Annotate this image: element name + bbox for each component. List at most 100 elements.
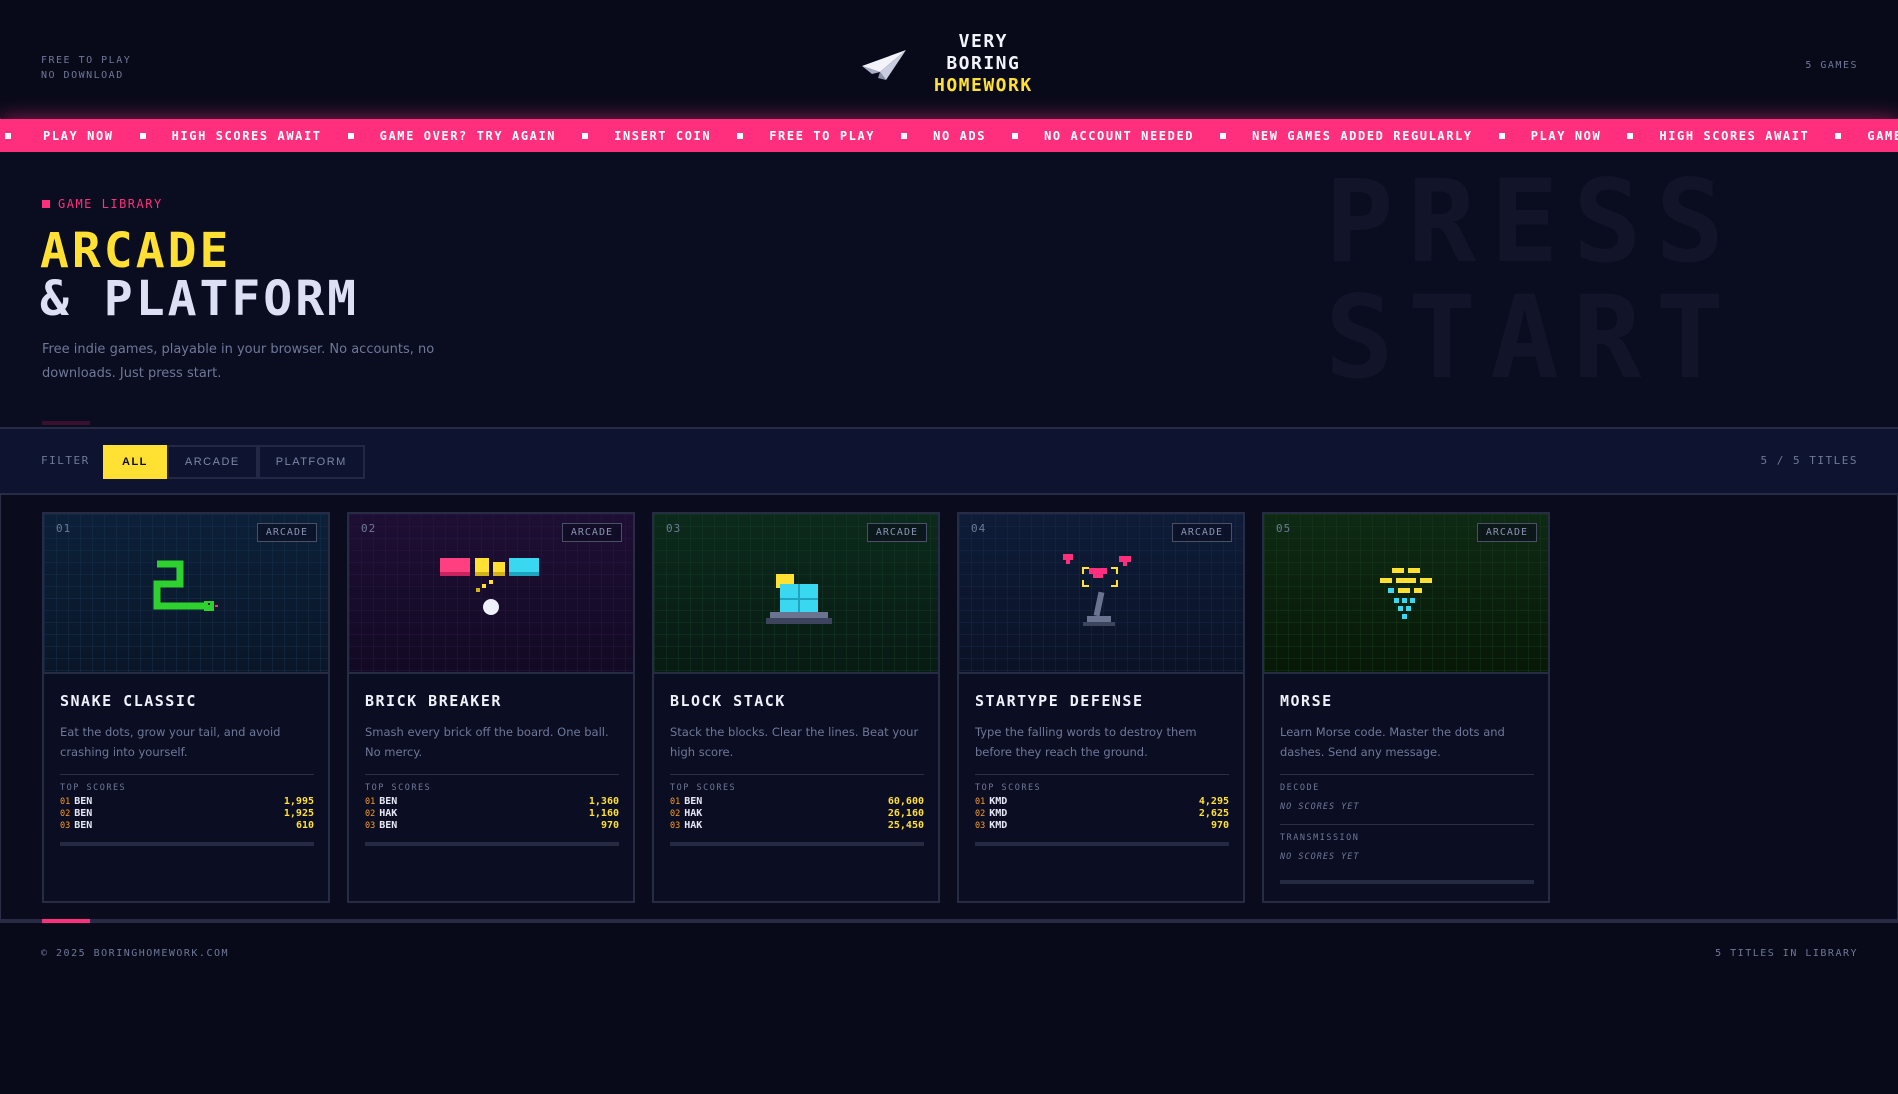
score-rank: 02 [60, 809, 71, 819]
ticker-item: PLAY NOW [1530, 128, 1602, 143]
card-body: STARTYPE DEFENSE Type the falling words … [975, 692, 1229, 846]
score-row: 01 BEN 60,600 [670, 796, 924, 808]
ticker-separator-icon [347, 132, 354, 139]
score-name: BEN [684, 796, 703, 807]
site-footer: © 2025 BORINGHOMEWORK.COM 5 TITLES IN LI… [0, 919, 1898, 1094]
empty-scores-transmission: NO SCORES YET [1280, 852, 1360, 862]
library-count: 5 TITLES IN LIBRARY [1715, 948, 1858, 959]
score-rank: 01 [60, 797, 71, 807]
hero-description: Free indie games, playable in your brows… [42, 342, 435, 381]
score-rank: 01 [975, 797, 986, 807]
game-grid: 01 ARCADE SNAKE CLASSIC Eat the dots, gr… [42, 512, 1550, 903]
marquee-ticker: PLAY NOW HIGH SCORES AWAIT GAME OVER? TRY … [0, 119, 1898, 152]
score-name: BEN [379, 796, 398, 807]
title-line-arcade: ARCADE [40, 223, 232, 279]
score-value: 970 [1210, 820, 1229, 831]
score-value: 4,295 [1198, 796, 1229, 807]
card-number: 05 [1276, 522, 1292, 535]
filter-all-button[interactable]: ALL [103, 445, 167, 479]
card-number: 04 [971, 522, 987, 535]
category-badge: ARCADE [1476, 523, 1537, 542]
tagline-download: NO DOWNLOAD [41, 70, 124, 81]
game-card-startype-defense[interactable]: 04 ARCADE STARTYPE DEFENSE Type the fall… [957, 512, 1245, 903]
score-row: 02 HAK 1,160 [365, 808, 619, 820]
score-value: 2,625 [1198, 808, 1229, 819]
footer-accent-bar [42, 919, 90, 923]
divider [60, 774, 314, 775]
ticker-separator-icon [5, 132, 11, 139]
card-footer-bar [60, 842, 314, 846]
top-scores-label: TOP SCORES [365, 783, 432, 793]
titles-count: 5 / 5 TITLES [1760, 454, 1858, 467]
ticker-separator-icon [737, 132, 744, 139]
card-body: SNAKE CLASSIC Eat the dots, grow your ta… [60, 692, 314, 846]
game-card-block-stack[interactable]: 03 ARCADE BLOCK STACK Stack the blocks. … [652, 512, 940, 903]
card-art: 05 ARCADE [1264, 514, 1548, 674]
score-row: 03 BEN 610 [60, 820, 314, 832]
card-number: 01 [56, 522, 72, 535]
game-title: BLOCK STACK [670, 692, 786, 710]
ticker-item: NO ACCOUNT NEEDED [1044, 128, 1195, 143]
score-name: BEN [74, 796, 93, 807]
filter-arcade-button[interactable]: ARCADE [166, 445, 258, 479]
top-scores-label: TOP SCORES [60, 783, 127, 793]
filter-chips: ALL ARCADE PLATFORM [103, 445, 365, 479]
score-row: 01 BEN 1,995 [60, 796, 314, 808]
score-row: 02 KMD 2,625 [975, 808, 1229, 820]
category-badge: ARCADE [561, 523, 622, 542]
top-scores-label: TOP SCORES [975, 783, 1042, 793]
game-card-snake[interactable]: 01 ARCADE SNAKE CLASSIC Eat the dots, gr… [42, 512, 330, 903]
ticker-separator-icon [1498, 132, 1505, 139]
game-card-morse[interactable]: 05 ARCADE MORSE Learn Morse code. Master… [1262, 512, 1550, 903]
ticker-item: HIGH SCORES AWAIT [171, 128, 322, 143]
score-row: 02 HAK 26,160 [670, 808, 924, 820]
score-name: BEN [74, 820, 93, 831]
score-value: 970 [600, 820, 619, 831]
score-name: HAK [379, 808, 398, 819]
score-value: 26,160 [887, 808, 924, 819]
score-rank: 02 [670, 809, 681, 819]
score-row: 03 HAK 25,450 [670, 820, 924, 832]
ticker-item: HIGH SCORES AWAIT [1659, 128, 1810, 143]
mode-label-decode: DECODE [1280, 783, 1320, 793]
ticker-item: GAME [1867, 128, 1898, 143]
divider [670, 774, 924, 775]
score-rank: 02 [975, 809, 986, 819]
score-name: KMD [989, 808, 1008, 819]
score-list: 01 BEN 60,600 02 HAK 26,160 03 HAK 25,450 [670, 796, 924, 832]
top-scores-label: TOP SCORES [670, 783, 737, 793]
card-body: BLOCK STACK Stack the blocks. Clear the … [670, 692, 924, 846]
square-bullet-icon [42, 200, 50, 208]
logo-word-very: VERY [958, 31, 1009, 52]
game-title: MORSE [1280, 692, 1333, 710]
ticker-separator-icon [901, 132, 908, 139]
tagline-free: FREE TO PLAY [41, 55, 132, 66]
paper-plane-icon [862, 50, 906, 80]
game-title: STARTYPE DEFENSE [975, 692, 1144, 710]
filter-label: FILTER [41, 454, 90, 467]
game-card-brick-breaker[interactable]: 02 ARCADE BRICK BREAKER Smash every bric… [347, 512, 635, 903]
site-logo[interactable]: VERY BORING HOMEWORK [858, 31, 1033, 97]
score-rank: 01 [670, 797, 681, 807]
copyright-link[interactable]: © 2025 BORINGHOMEWORK.COM [41, 948, 229, 959]
card-art: 04 ARCADE [959, 514, 1243, 674]
score-row: 03 KMD 970 [975, 820, 1229, 832]
score-list: 01 KMD 4,295 02 KMD 2,625 03 KMD 970 [975, 796, 1229, 832]
card-number: 02 [361, 522, 377, 535]
hero-accent-bar [42, 421, 90, 425]
logo-word-homework: HOMEWORK [934, 75, 1033, 96]
games-count: 5 GAMES [1805, 60, 1858, 71]
empty-scores-decode: NO SCORES YET [1280, 802, 1360, 812]
ticker-item: NEW GAMES ADDED REGULARLY [1252, 128, 1473, 143]
card-art: 03 ARCADE [654, 514, 938, 674]
section-label-text: GAME LIBRARY [58, 197, 163, 211]
ticker-separator-icon [1220, 132, 1227, 139]
filter-bar: FILTER ALL ARCADE PLATFORM 5 / 5 TITLES [0, 427, 1898, 495]
mode-label-transmission: TRANSMISSION [1280, 833, 1360, 843]
hero-background-text: PRESS START [1325, 164, 1738, 396]
hero-bg-line2: START [1325, 271, 1739, 404]
section-label: GAME LIBRARY [42, 197, 163, 211]
score-value: 1,995 [283, 796, 314, 807]
score-row: 02 BEN 1,925 [60, 808, 314, 820]
filter-platform-button[interactable]: PLATFORM [257, 445, 365, 479]
